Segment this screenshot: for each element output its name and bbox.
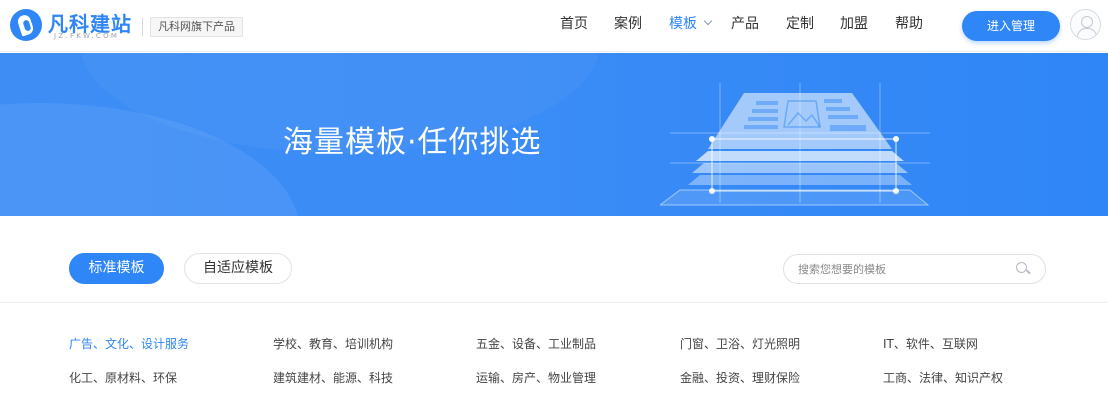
nav-item-home[interactable]: 首页 bbox=[560, 15, 588, 33]
category-link[interactable]: 学校、教育、培训机构 bbox=[273, 336, 393, 352]
hero-banner: 海量模板·任你挑选 bbox=[0, 53, 1108, 216]
category-link[interactable]: 工商、法律、知识产权 bbox=[883, 370, 1003, 386]
nav-item-products[interactable]: 产品 bbox=[731, 15, 759, 33]
category-link[interactable]: 门窗、卫浴、灯光照明 bbox=[680, 336, 800, 352]
tab-standard-templates[interactable]: 标准模板 bbox=[69, 253, 164, 284]
header-divider bbox=[142, 18, 143, 36]
category-link[interactable]: IT、软件、互联网 bbox=[883, 336, 978, 352]
nav-item-help[interactable]: 帮助 bbox=[895, 15, 923, 33]
nav-item-cases[interactable]: 案例 bbox=[614, 15, 642, 33]
brand-domain: JZ.FKW.COM bbox=[54, 32, 120, 40]
category-link[interactable]: 金融、投资、理财保险 bbox=[680, 370, 800, 386]
category-link[interactable]: 五金、设备、工业制品 bbox=[476, 336, 596, 352]
user-avatar-icon[interactable] bbox=[1070, 9, 1101, 40]
nav-item-templates[interactable]: 模板 bbox=[669, 15, 713, 33]
category-link[interactable]: 化工、原材料、环保 bbox=[69, 370, 177, 386]
nav-item-franchise[interactable]: 加盟 bbox=[840, 15, 868, 33]
template-search bbox=[783, 254, 1046, 284]
nav-item-custom[interactable]: 定制 bbox=[786, 15, 814, 33]
category-link[interactable]: 运输、房产、物业管理 bbox=[476, 370, 596, 386]
brand-logo[interactable]: 凡科建站 JZ.FKW.COM bbox=[10, 8, 131, 42]
template-stack-illustration bbox=[660, 83, 930, 206]
category-link[interactable]: 建筑建材、能源、科技 bbox=[273, 370, 393, 386]
search-input[interactable] bbox=[798, 260, 1008, 278]
logo-mark-icon bbox=[10, 9, 42, 41]
enter-management-button[interactable]: 进入管理 bbox=[962, 11, 1060, 41]
tab-responsive-templates[interactable]: 自适应模板 bbox=[184, 253, 292, 284]
chevron-down-icon bbox=[703, 16, 713, 26]
nav-item-templates-label: 模板 bbox=[669, 16, 697, 32]
banner-title: 海量模板·任你挑选 bbox=[283, 125, 542, 160]
category-link[interactable]: 广告、文化、设计服务 bbox=[69, 336, 189, 352]
search-icon[interactable] bbox=[1016, 262, 1030, 276]
top-header: 凡科建站 JZ.FKW.COM 凡科网旗下产品 首页 案例 模板 产品 定制 加… bbox=[0, 0, 1108, 52]
product-tag: 凡科网旗下产品 bbox=[150, 17, 243, 37]
section-divider bbox=[0, 302, 1108, 303]
